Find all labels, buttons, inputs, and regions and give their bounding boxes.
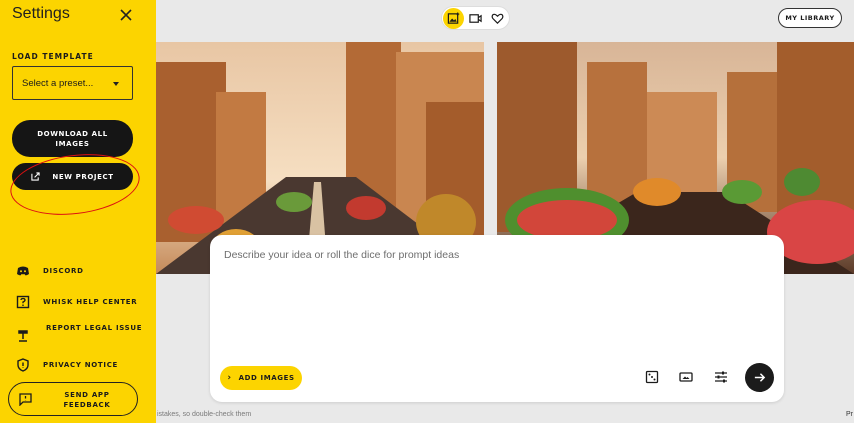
heart-icon [491,13,504,24]
settings-tune-button[interactable] [712,368,730,386]
gavel-icon [18,330,28,342]
random-prompt-button[interactable] [643,368,661,386]
image-add-icon [447,12,460,24]
my-library-button[interactable]: MY LIBRARY [778,8,842,28]
prompt-card: › ADD IMAGES [210,235,784,402]
video-icon [469,14,482,23]
arrow-right-icon [754,373,766,382]
sidebar-item-discord[interactable]: DISCORD [16,264,83,278]
feedback-icon [19,393,32,406]
new-window-icon [31,172,41,181]
new-project-label: NEW PROJECT [52,172,114,181]
sidebar-item-label: PRIVACY NOTICE [43,361,119,369]
sidebar-item-privacy[interactable]: PRIVACY NOTICE [16,358,117,372]
settings-sidebar: Settings LOAD TEMPLATE Select a preset..… [0,0,156,423]
mode-switcher [441,6,510,30]
chevron-right-icon: › [227,373,232,383]
submit-button[interactable] [745,363,774,392]
sidebar-item-report-legal[interactable]: REPORT LEGAL ISSUE [16,324,142,346]
dice-icon [645,370,659,384]
load-template-label: LOAD TEMPLATE [12,52,94,61]
send-feedback-button[interactable]: SEND APP FEEDBACK [8,382,138,416]
disclaimer-text: istakes, so double-check them [157,411,252,418]
sidebar-item-help-center[interactable]: WHISK HELP CENTER [16,295,137,309]
add-images-button[interactable]: › ADD IMAGES [220,366,302,390]
discord-icon [17,266,29,276]
add-images-label: ADD IMAGES [238,374,295,382]
close-icon[interactable] [118,7,134,23]
sidebar-item-label: REPORT LEGAL ISSUE [46,324,143,332]
preset-select[interactable]: Select a preset... [12,66,133,100]
mode-image-button[interactable] [443,8,464,29]
aspect-ratio-icon [679,372,693,382]
preset-value: Select a preset... [22,77,94,89]
footer-edge-text: Pr [846,411,853,418]
aspect-ratio-button[interactable] [677,368,695,386]
sidebar-title: Settings [12,5,70,22]
mode-favorites-button[interactable] [487,8,508,29]
mode-video-button[interactable] [465,8,486,29]
new-project-button[interactable]: NEW PROJECT [12,163,133,190]
sidebar-item-label: DISCORD [43,267,84,275]
download-all-label: DOWNLOAD ALL IMAGES [37,129,108,148]
send-feedback-label: SEND APP FEEDBACK [63,391,111,409]
sidebar-item-label: WHISK HELP CENTER [43,298,138,306]
help-center-icon [16,295,30,309]
download-all-button[interactable]: DOWNLOAD ALL IMAGES [12,120,133,157]
tune-icon [715,371,727,383]
caret-down-icon [113,82,119,86]
shield-icon [17,358,29,372]
prompt-input[interactable] [224,249,764,261]
